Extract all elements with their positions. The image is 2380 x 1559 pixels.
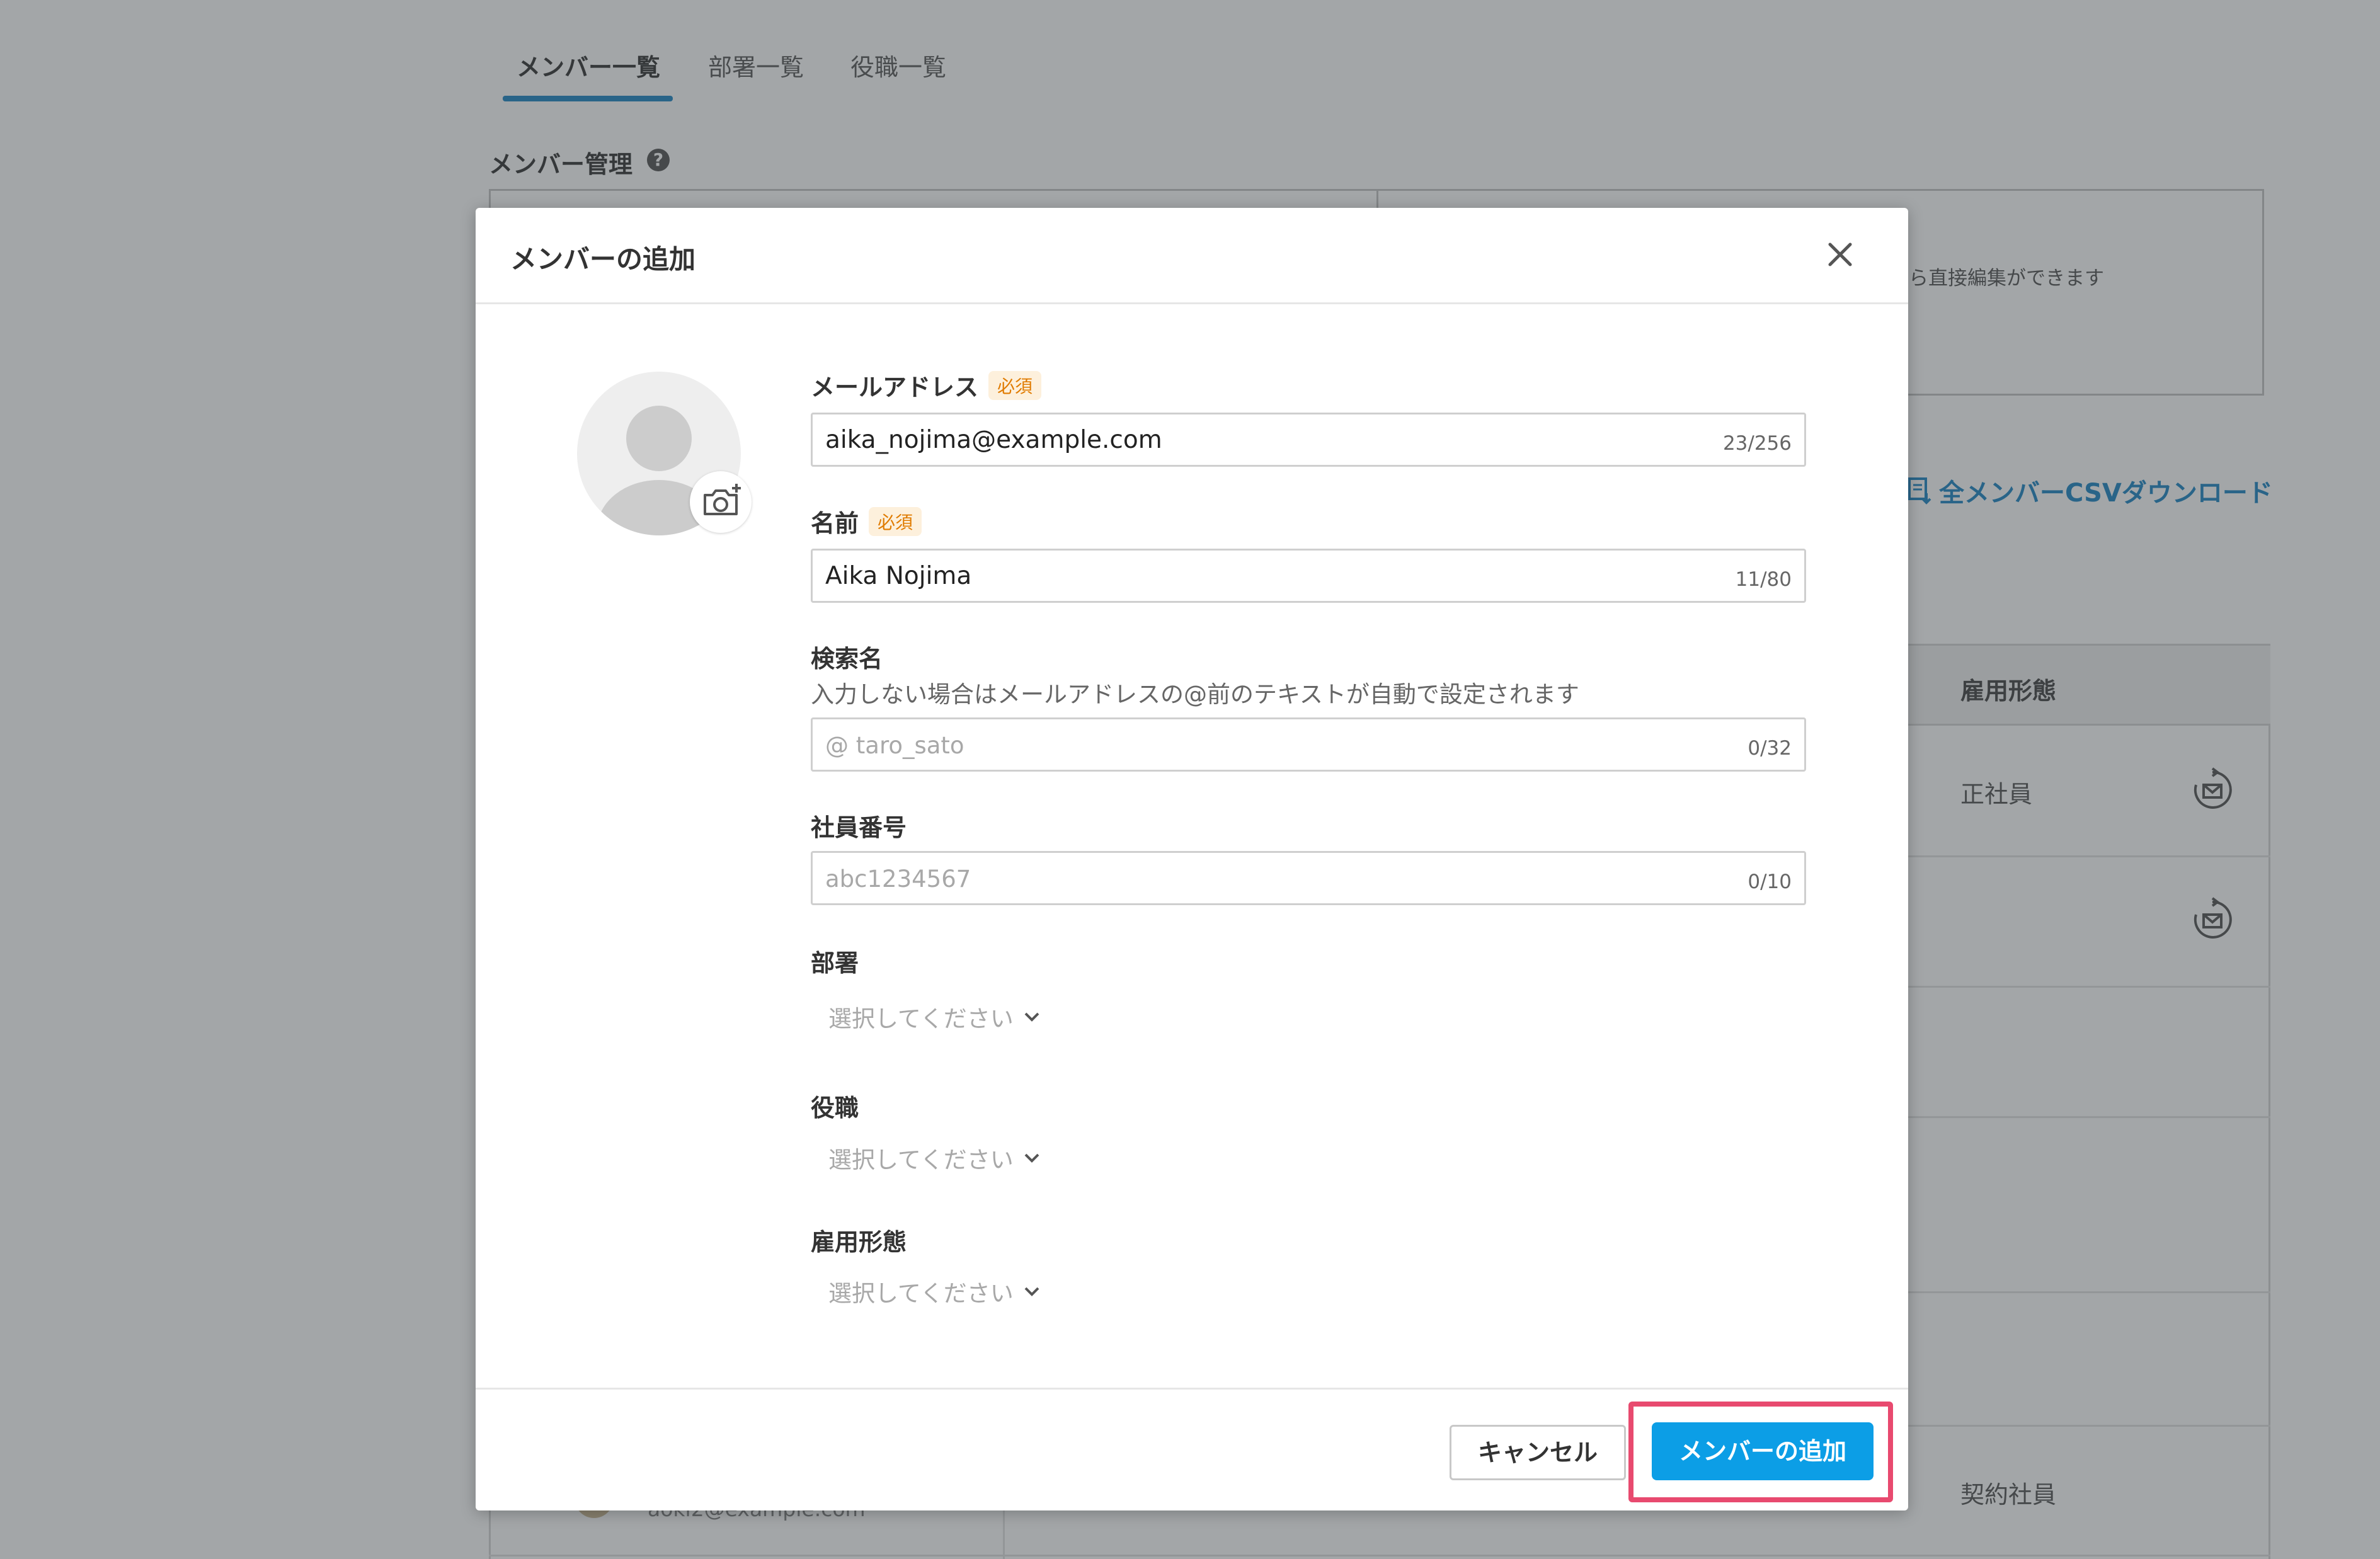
search-name-field[interactable]: @ taro_sato 0/32 xyxy=(811,717,1806,772)
search-name-label-text: 検索名 xyxy=(811,645,883,673)
camera-add-icon xyxy=(704,484,741,515)
email-label: メールアドレス 必須 xyxy=(811,368,1042,403)
name-char-counter: 11/80 xyxy=(1735,568,1792,591)
required-badge: 必須 xyxy=(988,370,1042,400)
employment-type-label: 雇用形態 xyxy=(811,1223,907,1257)
required-badge: 必須 xyxy=(869,506,922,536)
employee-number-label: 社員番号 xyxy=(811,808,907,843)
position-select[interactable]: 選択してください xyxy=(828,1141,1043,1175)
position-label: 役職 xyxy=(811,1088,859,1123)
employment-type-label-text: 雇用形態 xyxy=(811,1228,907,1256)
email-field[interactable]: aika_nojima@example.com 23/256 xyxy=(811,413,1806,467)
close-icon xyxy=(1828,243,1852,266)
search-name-hint: 入力しない場合はメールアドレスの@前のテキストが自動で設定されます xyxy=(811,681,1579,708)
name-label-text: 名前 xyxy=(811,510,859,537)
search-name-placeholder: @ taro_sato xyxy=(825,732,964,759)
employee-number-placeholder: abc1234567 xyxy=(825,865,971,893)
add-member-dialog: メンバーの追加 メールアドレス 必須 aika_nojima@example.c… xyxy=(476,208,1908,1510)
dialog-header: メンバーの追加 xyxy=(476,208,1908,304)
cancel-button[interactable]: キャンセル xyxy=(1450,1425,1626,1480)
name-label: 名前 必須 xyxy=(811,504,922,539)
add-member-button[interactable]: メンバーの追加 xyxy=(1652,1422,1874,1480)
search-name-label: 検索名 xyxy=(811,639,883,674)
employee-number-label-text: 社員番号 xyxy=(811,814,907,842)
search-name-char-counter: 0/32 xyxy=(1748,737,1792,760)
email-char-counter: 23/256 xyxy=(1722,432,1792,455)
employment-type-select-value: 選択してください xyxy=(828,1280,1014,1307)
name-field[interactable]: Aika Nojima 11/80 xyxy=(811,549,1806,603)
dialog-title: メンバーの追加 xyxy=(510,244,696,275)
employee-number-char-counter: 0/10 xyxy=(1748,871,1792,893)
name-value: Aika Nojima xyxy=(825,562,972,590)
position-select-value: 選択してください xyxy=(828,1146,1014,1174)
employment-type-select[interactable]: 選択してください xyxy=(828,1274,1043,1308)
department-label-text: 部署 xyxy=(811,949,859,977)
close-button[interactable] xyxy=(1820,234,1860,275)
department-select[interactable]: 選択してください xyxy=(828,1000,1043,1034)
chevron-down-icon xyxy=(1024,1153,1039,1163)
email-value: aika_nojima@example.com xyxy=(825,426,1162,454)
department-label: 部署 xyxy=(811,944,859,978)
chevron-down-icon xyxy=(1024,1012,1039,1022)
position-label-text: 役職 xyxy=(811,1094,859,1122)
department-select-value: 選択してください xyxy=(828,1005,1014,1032)
email-label-text: メールアドレス xyxy=(811,374,979,401)
upload-photo-button[interactable] xyxy=(690,471,752,533)
employee-number-field[interactable]: abc1234567 0/10 xyxy=(811,851,1806,905)
chevron-down-icon xyxy=(1024,1287,1039,1296)
